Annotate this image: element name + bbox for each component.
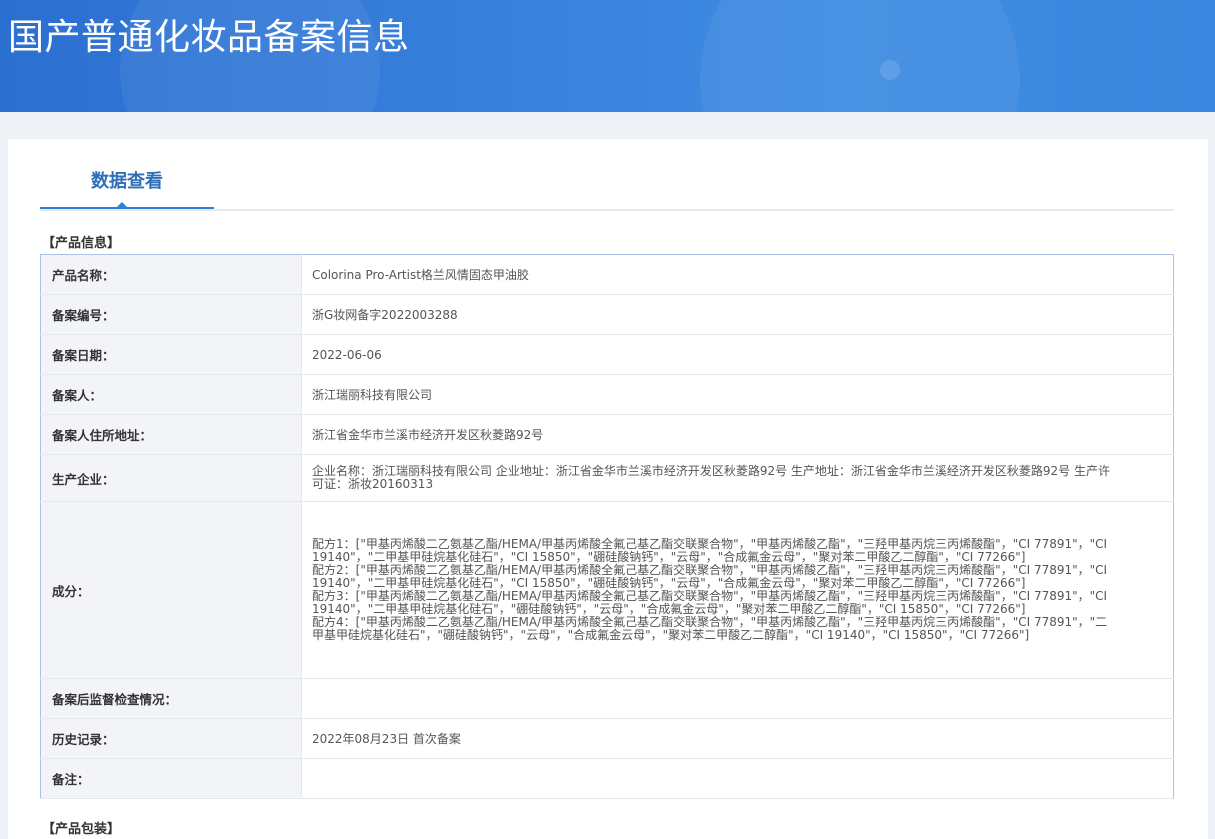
table-row: 备案编号： 浙G妆网备字2022003288 xyxy=(40,294,1174,335)
history-value: 2022年08月23日 首次备案 xyxy=(301,718,1174,759)
table-row: 产品名称： Colorina Pro-Artist格兰风情固态甲油胶 xyxy=(40,254,1174,295)
table-row: 备案日期： 2022-06-06 xyxy=(40,334,1174,375)
row-label: 生产企业： xyxy=(40,454,302,502)
row-label: 历史记录： xyxy=(40,718,302,759)
page-title: 国产普通化妆品备案信息 xyxy=(8,17,410,58)
table-row: 备案后监督检查情况： xyxy=(40,678,1174,719)
section-title-packaging: 【产品包装】 xyxy=(42,822,121,837)
remarks-value xyxy=(301,758,1174,799)
header-banner: 国产普通化妆品备案信息 xyxy=(0,0,1215,112)
row-label: 备案后监督检查情况： xyxy=(40,678,302,719)
row-label: 产品名称： xyxy=(40,254,302,295)
table-row: 备案人： 浙江瑞丽科技有限公司 xyxy=(40,374,1174,415)
formula-item: 配方4：["甲基丙烯酸二乙氨基乙酯/HEMA/甲基丙烯酸全氟己基乙酯交联聚合物"… xyxy=(312,615,1108,642)
ingredients-value: 配方1：["甲基丙烯酸二乙氨基乙酯/HEMA/甲基丙烯酸全氟己基乙酯交联聚合物"… xyxy=(301,501,1174,679)
section-title-product-info: 【产品信息】 xyxy=(42,236,121,251)
row-label: 备注： xyxy=(40,758,302,799)
banner-decoration xyxy=(700,0,1020,112)
inspection-value xyxy=(301,678,1174,719)
table-row: 生产企业： 企业名称：浙江瑞丽科技有限公司 企业地址：浙江省金华市兰溪市经济开发… xyxy=(40,454,1174,502)
tab-data-view[interactable]: 数据查看 xyxy=(40,139,214,209)
product-info-table: 产品名称： Colorina Pro-Artist格兰风情固态甲油胶 备案编号：… xyxy=(40,254,1174,799)
tab-bar: 数据查看 xyxy=(40,139,1174,211)
formula-item: 配方3：["甲基丙烯酸二乙氨基乙酯/HEMA/甲基丙烯酸全氟己基乙酯交联聚合物"… xyxy=(312,589,1108,616)
table-row: 备注： xyxy=(40,758,1174,799)
manufacturer-value: 企业名称：浙江瑞丽科技有限公司 企业地址：浙江省金华市兰溪市经济开发区秋菱路92… xyxy=(301,454,1174,502)
record-number-value: 浙G妆网备字2022003288 xyxy=(301,294,1174,335)
formula-item: 配方1：["甲基丙烯酸二乙氨基乙酯/HEMA/甲基丙烯酸全氟己基乙酯交联聚合物"… xyxy=(312,537,1108,564)
table-row: 备案人住所地址： 浙江省金华市兰溪市经济开发区秋菱路92号 xyxy=(40,414,1174,455)
table-row: 成分： 配方1：["甲基丙烯酸二乙氨基乙酯/HEMA/甲基丙烯酸全氟己基乙酯交联… xyxy=(40,501,1174,679)
row-label: 备案日期： xyxy=(40,334,302,375)
row-label: 成分： xyxy=(40,501,302,679)
row-label: 备案人住所地址： xyxy=(40,414,302,455)
registrant-address-value: 浙江省金华市兰溪市经济开发区秋菱路92号 xyxy=(301,414,1174,455)
formula-item: 配方2：["甲基丙烯酸二乙氨基乙酯/HEMA/甲基丙烯酸全氟己基乙酯交联聚合物"… xyxy=(312,563,1108,590)
content-panel: 数据查看 【产品信息】 产品名称： Colorina Pro-Artist格兰风… xyxy=(8,139,1208,839)
product-name-value: Colorina Pro-Artist格兰风情固态甲油胶 xyxy=(301,254,1174,295)
record-date-value: 2022-06-06 xyxy=(301,334,1174,375)
banner-decoration xyxy=(880,60,900,80)
tab-label: 数据查看 xyxy=(91,171,163,192)
tab-active-caret xyxy=(115,202,129,209)
registrant-value: 浙江瑞丽科技有限公司 xyxy=(301,374,1174,415)
row-label: 备案编号： xyxy=(40,294,302,335)
row-label: 备案人： xyxy=(40,374,302,415)
table-row: 历史记录： 2022年08月23日 首次备案 xyxy=(40,718,1174,759)
